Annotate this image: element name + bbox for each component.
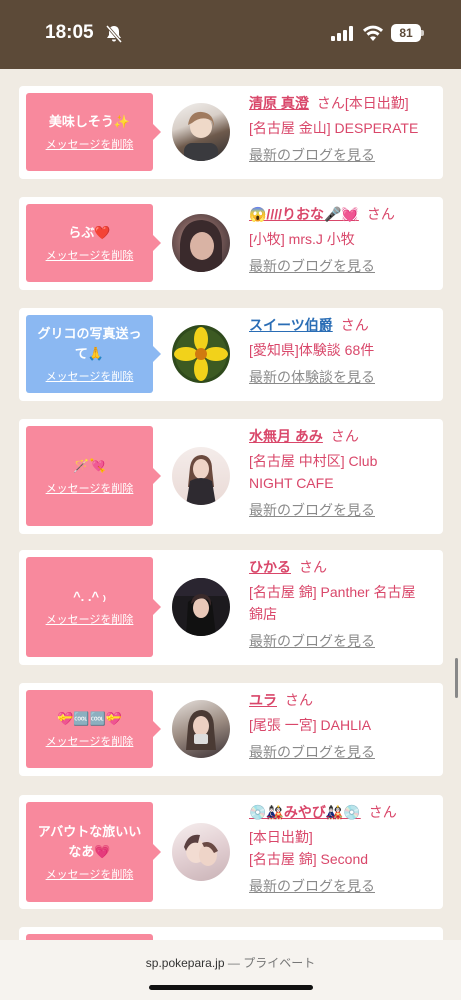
- profile-name-link[interactable]: ひかる: [249, 559, 291, 575]
- review-info: [愛知県]体験談 68件: [249, 342, 375, 358]
- honorific: さん: [366, 206, 395, 222]
- latest-blog-link[interactable]: 最新のブログを見る: [249, 875, 435, 897]
- profile-info: ユラ さん [尾張 一宮] DAHLIA 最新のブログを見る: [249, 689, 435, 763]
- message-bubble[interactable]: 🪄💘 メッセージを削除: [26, 426, 161, 526]
- profile-name-link[interactable]: 😱////りおな🎤💓: [249, 206, 359, 222]
- browser-address-bar[interactable]: sp.pokepara.jp — プライベート: [0, 940, 461, 1000]
- shop-info: [尾張 一宮] DAHLIA: [249, 717, 372, 733]
- latest-blog-link[interactable]: 最新のブログを見る: [249, 630, 435, 652]
- message-text: グリコの写真送って🙏: [37, 326, 142, 361]
- home-indicator[interactable]: [149, 985, 313, 990]
- profile-name-link[interactable]: 💿🎎みやび🎎💿: [249, 804, 361, 820]
- message-text: 🪄💘: [73, 458, 106, 473]
- shop-info-continued: NIGHT CAFE: [249, 475, 334, 491]
- profile-info: 清原 真澄 さん[本日出勤] [名古屋 金山] DESPERATE 最新のブログを…: [249, 92, 435, 166]
- message-text: ^. .^ ₎: [73, 589, 106, 604]
- avatar[interactable]: [172, 823, 230, 881]
- shop-info: [小牧] mrs.J 小牧: [249, 231, 355, 247]
- shop-info: [名古屋 金山] DESPERATE: [249, 120, 419, 136]
- profile-name-link[interactable]: 清原 真澄: [249, 95, 309, 111]
- message-text: 💝🆒🆒💝: [57, 711, 122, 726]
- cellular-signal-icon: [331, 26, 353, 41]
- profile-info: 水無月 あみ さん [名古屋 中村区] Club NIGHT CAFE 最新のブロ…: [249, 425, 435, 521]
- latest-blog-link[interactable]: 最新のブログを見る: [249, 144, 435, 166]
- conversation-card[interactable]: アバウトな旅いいなあ💗 メッセージを削除 💿🎎みやび🎎💿 さん [本日出勤] [名…: [19, 795, 443, 909]
- message-text: らぶ❤️: [68, 225, 111, 240]
- profile-info: 😱////りおな🎤💓 さん [小牧] mrs.J 小牧 最新のブログを見る: [249, 203, 435, 277]
- conversation-card[interactable]: 美味しそう✨ メッセージを削除 清原 真澄 さん[本日出勤] [名古屋 金山] D…: [19, 86, 443, 179]
- shop-info: [名古屋 錦] Panther 名古屋: [249, 584, 416, 600]
- honorific: さん: [368, 804, 397, 820]
- message-bubble[interactable]: 美味しそう✨ メッセージを削除: [26, 93, 161, 171]
- work-status: [本日出勤]: [344, 95, 409, 111]
- wifi-icon: [363, 25, 383, 41]
- battery-icon: 81: [391, 24, 421, 42]
- message-text: アバウトな旅いいなあ💗: [37, 824, 142, 859]
- profile-name-link[interactable]: ユラ: [249, 692, 277, 708]
- profile-info: 💿🎎みやび🎎💿 さん [本日出勤] [名古屋 錦] Second 最新のブログを見…: [249, 801, 435, 897]
- avatar[interactable]: [172, 325, 230, 383]
- status-bar: 18:05 81: [0, 0, 461, 69]
- latest-review-link[interactable]: 最新の体験談を見る: [249, 366, 435, 388]
- honorific: さん: [316, 95, 345, 111]
- conversation-card[interactable]: [19, 927, 443, 941]
- message-text: 美味しそう✨: [48, 114, 131, 129]
- latest-blog-link[interactable]: 最新のブログを見る: [249, 741, 435, 763]
- conversation-card[interactable]: 🪄💘 メッセージを削除 水無月 あみ さん [名古屋 中村区] Club NIGH…: [19, 419, 443, 534]
- profile-info: スイーツ伯爵 さん [愛知県]体験談 68件 最新の体験談を見る: [249, 314, 435, 388]
- delete-message-link[interactable]: メッセージを削除: [46, 136, 134, 152]
- avatar[interactable]: [172, 214, 230, 272]
- shop-info: [名古屋 中村区] Club: [249, 453, 378, 469]
- avatar[interactable]: [172, 447, 230, 505]
- profile-name-link[interactable]: 水無月 あみ: [249, 428, 323, 444]
- avatar[interactable]: [172, 700, 230, 758]
- avatar[interactable]: [172, 578, 230, 636]
- delete-message-link[interactable]: メッセージを削除: [46, 611, 134, 627]
- shop-info: [名古屋 錦] Second: [249, 851, 369, 867]
- delete-message-link[interactable]: メッセージを削除: [46, 480, 134, 496]
- name-line: ひかる さん: [249, 556, 435, 578]
- delete-message-link[interactable]: メッセージを削除: [46, 866, 134, 882]
- delete-message-link[interactable]: メッセージを削除: [46, 368, 134, 384]
- shop-info-continued: 錦店: [249, 606, 277, 622]
- honorific: さん: [285, 692, 313, 708]
- status-time: 18:05: [45, 22, 94, 43]
- message-bubble[interactable]: グリコの写真送って🙏 メッセージを削除: [26, 315, 161, 393]
- name-line: 清原 真澄 さん[本日出勤]: [249, 92, 435, 114]
- name-line: ユラ さん: [249, 689, 435, 711]
- profile-info: ひかる さん [名古屋 錦] Panther 名古屋 錦店 最新のブログを見る: [249, 556, 435, 652]
- name-line: 😱////りおな🎤💓 さん: [249, 203, 435, 225]
- conversation-list[interactable]: 美味しそう✨ メッセージを削除 清原 真澄 さん[本日出勤] [名古屋 金山] D…: [0, 69, 461, 941]
- name-line: 💿🎎みやび🎎💿 さん: [249, 801, 435, 823]
- message-bubble[interactable]: アバウトな旅いいなあ💗 メッセージを削除: [26, 802, 161, 902]
- honorific: さん: [299, 559, 327, 575]
- conversation-card[interactable]: 💝🆒🆒💝 メッセージを削除 ユラ さん [尾張 一宮] DAHLIA 最新のブログ…: [19, 683, 443, 776]
- delete-message-link[interactable]: メッセージを削除: [46, 733, 134, 749]
- message-bubble[interactable]: ^. .^ ₎ メッセージを削除: [26, 557, 161, 657]
- message-bubble[interactable]: らぶ❤️ メッセージを削除: [26, 204, 161, 282]
- battery-tip: [421, 30, 424, 36]
- avatar[interactable]: [172, 103, 230, 161]
- honorific: さん: [330, 428, 359, 444]
- private-mode-label: — プライベート: [227, 956, 316, 970]
- url-display[interactable]: sp.pokepara.jp — プライベート: [0, 940, 461, 973]
- conversation-card[interactable]: ^. .^ ₎ メッセージを削除 ひかる さん [名古屋 錦] Panther 名…: [19, 550, 443, 665]
- message-bubble[interactable]: 💝🆒🆒💝 メッセージを削除: [26, 690, 161, 768]
- conversation-card[interactable]: らぶ❤️ メッセージを削除 😱////りおな🎤💓 さん [小牧] mrs.J 小牧…: [19, 197, 443, 290]
- domain-text: sp.pokepara.jp: [145, 956, 225, 970]
- name-line: スイーツ伯爵 さん: [249, 314, 435, 336]
- honorific: さん: [340, 317, 369, 333]
- latest-blog-link[interactable]: 最新のブログを見る: [249, 255, 435, 277]
- delete-message-link[interactable]: メッセージを削除: [46, 247, 134, 263]
- bell-off-icon: [105, 25, 123, 43]
- work-status: [本日出勤]: [249, 829, 313, 845]
- scrollbar-thumb[interactable]: [455, 658, 458, 698]
- latest-blog-link[interactable]: 最新のブログを見る: [249, 499, 435, 521]
- name-line: 水無月 あみ さん: [249, 425, 435, 447]
- conversation-card[interactable]: グリコの写真送って🙏 メッセージを削除 スイーツ伯爵 さん [愛知県]体験談 68…: [19, 308, 443, 401]
- profile-name-link[interactable]: スイーツ伯爵: [249, 317, 333, 333]
